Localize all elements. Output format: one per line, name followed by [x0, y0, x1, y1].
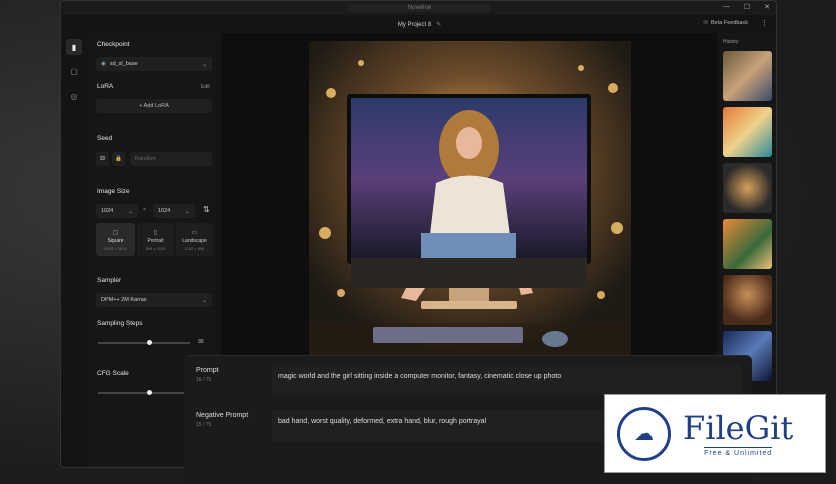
size-option-landscape[interactable]: ▭ Landscape 1152 × 896 [176, 223, 213, 256]
height-input[interactable]: 1024 ⌄ [153, 204, 195, 218]
watermark-tagline: Free & Unlimited [704, 446, 773, 457]
sampling-steps-value: 30 [198, 339, 204, 345]
seed-label: Seed [97, 135, 113, 142]
size-option-dims: 1152 × 896 [184, 245, 205, 251]
cfg-scale-slider[interactable] [98, 392, 190, 394]
portrait-icon: ▯ [153, 229, 158, 236]
checkpoint-label: Checkpoint [97, 41, 130, 48]
chevron-down-icon: ⌄ [127, 208, 133, 215]
history-thumb[interactable] [723, 275, 772, 325]
chat-icon[interactable]: ▢ [66, 63, 82, 79]
cloud-icon: ☁ [617, 406, 671, 461]
compass-icon[interactable]: ◎ [66, 88, 82, 104]
close-button[interactable]: ✕ [764, 3, 770, 11]
window-title: Noveline [347, 4, 492, 12]
width-input[interactable]: 1024 ⌄ [96, 204, 138, 218]
chevron-down-icon: ⌄ [184, 208, 190, 215]
swap-icon[interactable]: ⇅ [203, 205, 210, 214]
history-thumb[interactable] [723, 107, 772, 157]
sampling-steps-knob[interactable] [147, 340, 153, 345]
minimize-button[interactable]: — [723, 3, 730, 11]
size-option-dims: 896 × 1152 [145, 245, 166, 251]
checkpoint-select[interactable]: ◉ sd_xl_base ⌄ [96, 57, 212, 71]
edit-icon[interactable]: ✎ [436, 22, 441, 28]
maximize-button[interactable]: ☐ [744, 3, 750, 11]
size-option-dims: 1024 × 1024 [104, 245, 127, 251]
landscape-icon: ▭ [191, 229, 198, 236]
times-sign: × [143, 207, 146, 213]
history-thumb[interactable] [723, 51, 772, 101]
page-icon[interactable]: ▮ [66, 39, 82, 55]
model-icon: ◉ [101, 61, 106, 67]
size-option-label: Landscape [182, 237, 207, 244]
history-label: History [723, 39, 739, 45]
sampler-select[interactable]: DPM++ 2M Karras ⌄ [96, 293, 212, 307]
seed-input[interactable]: Random [130, 152, 212, 166]
beta-feedback-button[interactable]: ✉ Beta Feedback [703, 20, 748, 26]
prompt-count: 16 / 75 [196, 377, 212, 383]
negative-prompt-count: 15 / 75 [196, 422, 212, 428]
prompt-label: Prompt [196, 367, 219, 374]
negative-prompt-label: Negative Prompt [196, 412, 249, 419]
lora-edit-link[interactable]: Edit [201, 84, 210, 90]
top-bar: My Project 8 ✎ [61, 15, 776, 33]
sampling-steps-slider[interactable] [98, 342, 190, 344]
cfg-scale-label: CFG Scale [97, 370, 129, 377]
sampler-label: Sampler [97, 277, 122, 284]
add-lora-button[interactable]: + Add LoRA [96, 99, 212, 113]
size-option-label: Square [107, 237, 124, 244]
lock-icon[interactable]: 🔒 [112, 152, 125, 166]
history-thumb[interactable] [723, 163, 772, 213]
lora-label: LoRA [97, 83, 114, 90]
feedback-icon: ✉ [703, 20, 708, 26]
more-menu-icon[interactable]: ⋮ [761, 19, 768, 27]
watermark-name: FileGit [683, 408, 794, 447]
watermark-logo: ☁ FileGit Free & Unlimited [604, 394, 826, 473]
square-icon: ▢ [112, 229, 119, 236]
prompt-input[interactable]: magic world and the girl sitting inside … [272, 365, 742, 395]
size-option-square[interactable]: ▢ Square 1024 × 1024 [96, 223, 135, 256]
size-option-label: Portrait [147, 237, 164, 244]
project-name[interactable]: My Project 8 ✎ [398, 21, 441, 28]
chevron-down-icon: ⌄ [201, 297, 207, 304]
cfg-scale-knob[interactable] [147, 390, 153, 395]
left-rail: ▮ ▢ ◎ [61, 33, 87, 467]
size-option-portrait[interactable]: ▯ Portrait 896 × 1152 [137, 223, 174, 256]
dice-icon[interactable]: ⚄ [96, 152, 109, 166]
image-size-label: Image Size [97, 188, 130, 195]
sampling-steps-label: Sampling Steps [97, 320, 143, 327]
title-bar: Noveline — ☐ ✕ [61, 1, 776, 15]
chevron-down-icon: ⌄ [201, 61, 207, 68]
history-thumb[interactable] [723, 219, 772, 269]
